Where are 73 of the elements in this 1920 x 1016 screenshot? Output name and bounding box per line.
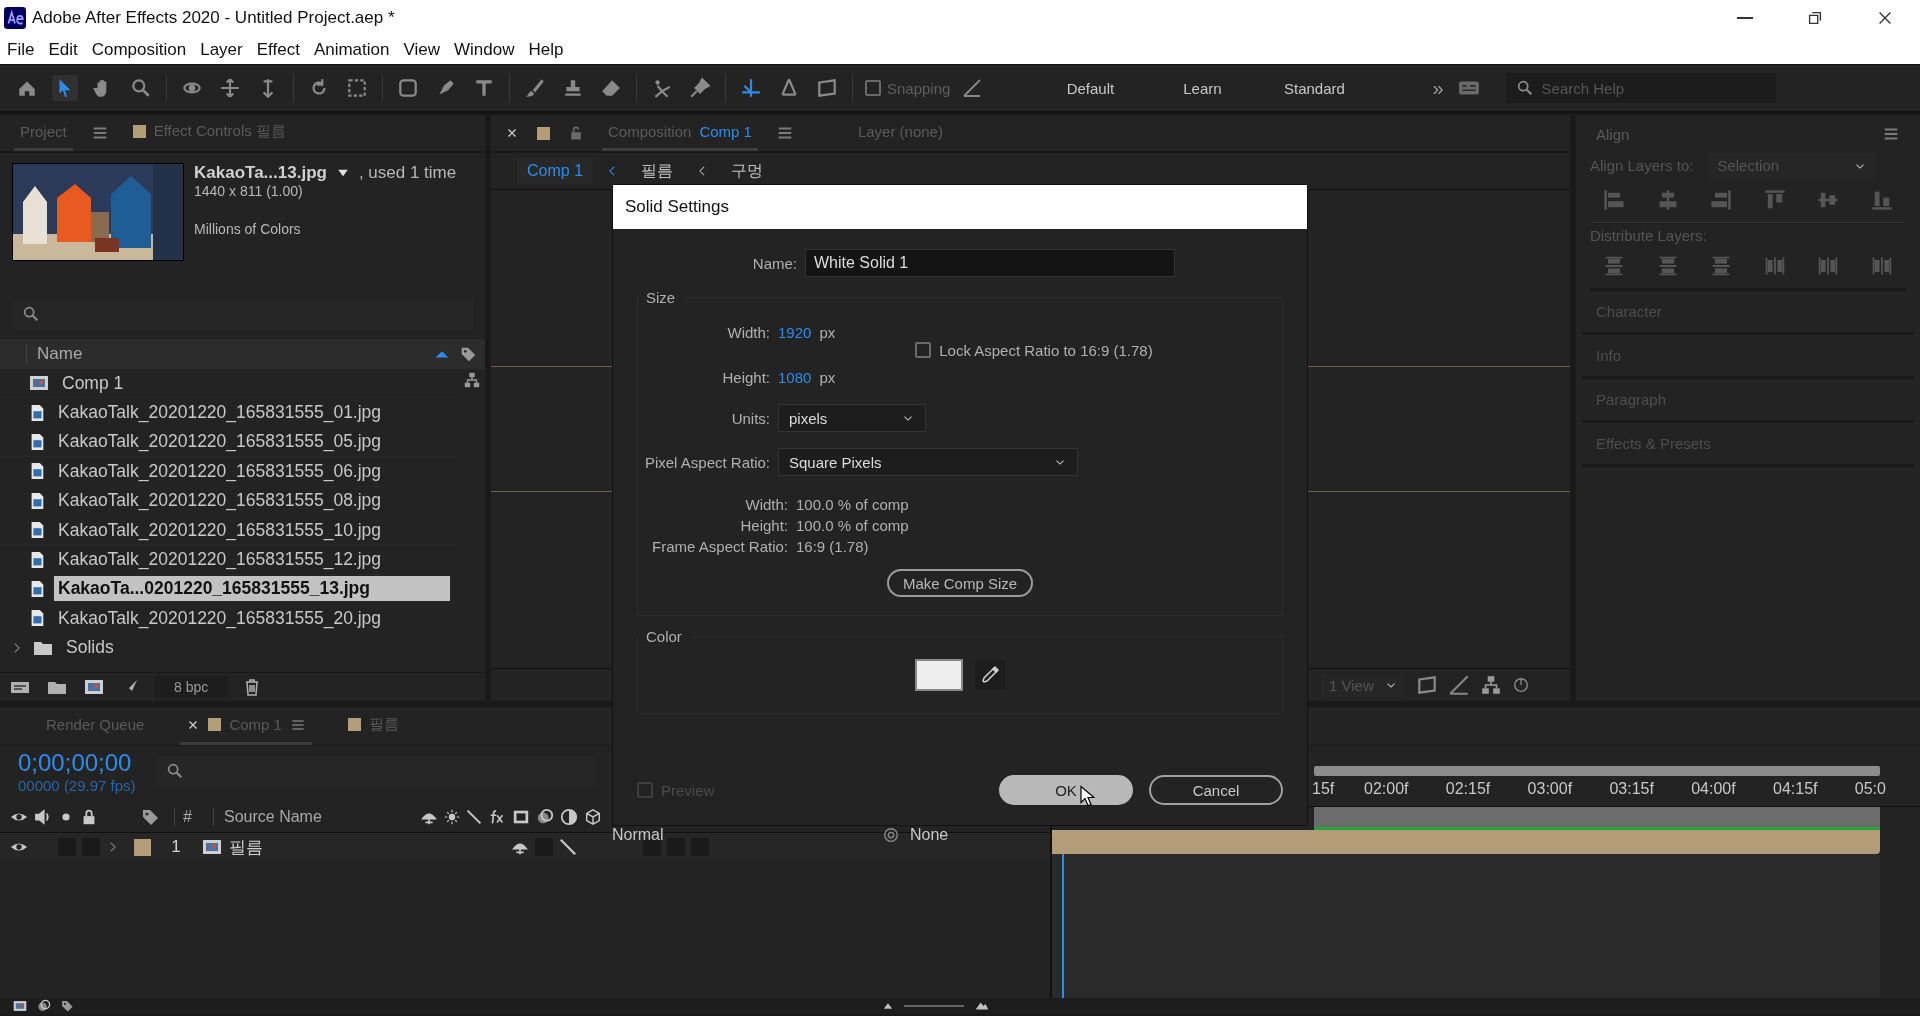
menu-item[interactable]: Help [521,37,571,63]
group-label: Size [645,289,677,306]
time-ruler-label: 03:00f [1527,779,1574,799]
menu-item[interactable]: Layer [193,37,250,63]
project-item[interactable]: KakaoTalk_20201220_165831555_20.jpg [0,604,459,634]
project-item[interactable]: KakaoTalk_20201220_165831555_06.jpg [0,457,459,487]
project-item[interactable]: KakaoTalk_20201220_165831555_10.jpg [0,515,459,546]
parent-dropdown[interactable]: None [910,826,949,844]
more-workspaces-button[interactable]: » [1432,76,1444,100]
ok-button[interactable]: OK [999,775,1133,805]
width-value[interactable]: 1920 [778,324,812,341]
workspace-tab[interactable]: Learn [1146,79,1259,97]
project-item[interactable]: Comp 1 [0,369,459,399]
menu-item[interactable]: Edit [41,37,85,63]
project-item[interactable]: KakaoTalk_20201220_165831555_05.jpg [0,427,459,458]
blend-mode-dropdown[interactable]: Normal [612,826,692,844]
info-value: 100.0 % of comp [796,517,909,534]
time-ruler-label: 15f [1312,779,1336,799]
info-value: 100.0 % of comp [796,496,909,513]
pixel-aspect-dropdown[interactable]: Square Pixels [778,448,1078,476]
project-item[interactable]: KakaoTalk_20201220_165831555_12.jpg [0,545,459,575]
column-header: Source Name [213,808,414,826]
unit-text: px [819,369,836,386]
time-ruler-label: 04:15f [1773,779,1819,799]
workspace-tab[interactable]: Standard [1258,79,1371,97]
column-header: # [174,808,207,826]
menu-item[interactable]: View [396,37,448,63]
dialog-title: Solid Settings [613,185,1307,229]
breadcrumb[interactable]: 구멍 [721,156,774,186]
group-label: Color [645,628,683,645]
field-label: Pixel Aspect Ratio: [643,453,770,471]
workspace-tab[interactable]: Default [1034,79,1147,97]
layer-number: 1 [170,837,182,857]
info-label: Width: [744,496,788,513]
make-comp-size-button[interactable]: Make Comp Size [886,569,1034,597]
name-field[interactable]: White Solid 1 [805,249,1175,277]
menu-item[interactable]: Window [447,37,522,63]
color-depth-text: Millions of Colors [194,221,302,237]
field-label: Name: [751,254,797,272]
field-label: Height: [721,369,770,386]
project-item[interactable]: KakaoTalk_20201220_165831555_01.jpg [0,398,459,428]
window-title: Adobe After Effects 2020 - Untitled Project.aep * [32,8,396,28]
unit-text: px [819,324,836,341]
time-ruler-label: 04:00f [1691,779,1737,799]
frame-info: 00000 (29.97 fps) [18,776,136,794]
time-ruler-label: 02:00f [1364,779,1410,799]
menu-item[interactable]: Effect [249,37,307,63]
breadcrumb[interactable]: 필름 [631,156,684,186]
time-ruler-label: 02:15f [1445,779,1492,799]
field-label: Width: [726,324,770,341]
info-value: 16:9 (1.78) [796,538,869,555]
field-label: Units: [730,409,770,427]
info-label: Height: [739,517,788,534]
units-dropdown[interactable]: pixels [778,404,926,432]
time-ruler-label: 05:0 [1854,779,1887,799]
height-value[interactable]: 1080 [778,369,812,386]
project-item[interactable]: KakaoTalk_20201220_165831555_08.jpg [0,486,459,516]
breadcrumb[interactable]: Comp 1 [517,158,594,184]
menu-item[interactable]: Composition [84,37,194,63]
cancel-button[interactable]: Cancel [1149,775,1283,805]
usage-text: , used 1 time [358,163,457,183]
time-ruler-label: 03:15f [1609,779,1655,799]
dimensions-text: 1440 x 811 (1.00) [194,183,304,199]
file-name: KakaoTa...13.jpg [194,163,327,183]
bit-depth-button[interactable]: 8 bpc [154,676,229,698]
menu-item[interactable]: File [0,37,42,63]
menu-item[interactable]: Animation [306,37,397,63]
info-label: Frame Aspect Ratio: [651,538,788,555]
search-help-field[interactable]: Search Help [1505,73,1776,103]
layer-name[interactable]: 필름 [229,835,379,859]
project-item[interactable]: Solids [0,633,459,663]
timecode[interactable]: 0;00;00;00 [18,748,136,777]
lock-aspect-checkbox[interactable]: Lock Aspect Ratio to 16:9 (1.78) [915,341,1153,359]
